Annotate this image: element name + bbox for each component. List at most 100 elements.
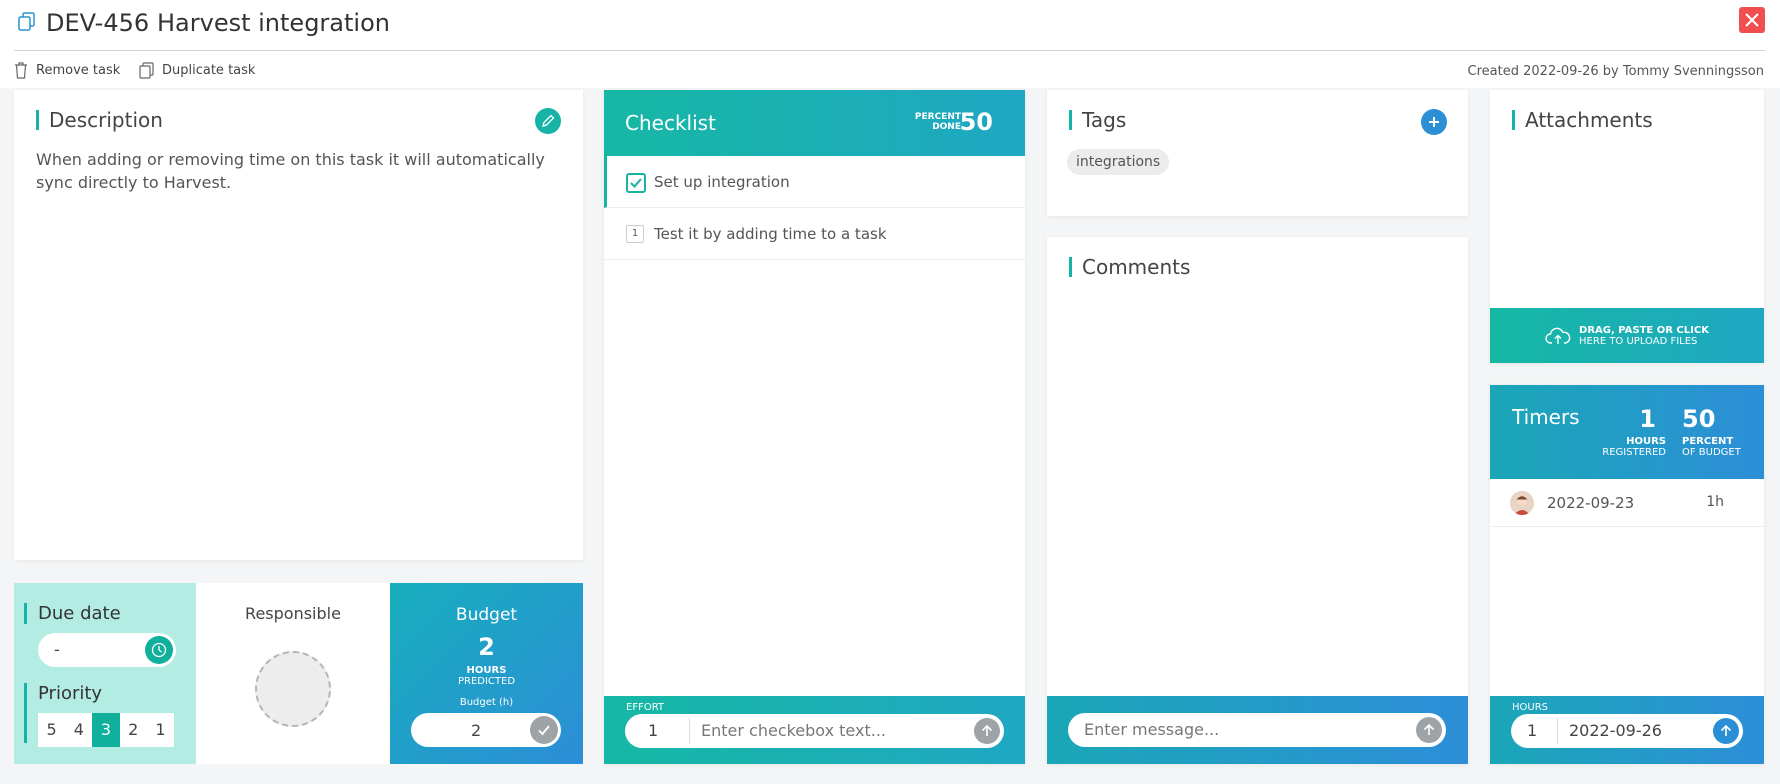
plus-icon (1429, 117, 1439, 127)
budget-hours: 2 (478, 633, 495, 661)
priority-selector[interactable]: 5 4 3 2 1 (38, 713, 174, 747)
edit-description-button[interactable] (535, 108, 561, 134)
priority-option-5[interactable]: 5 (38, 713, 65, 747)
responsible-panel: Responsible (196, 583, 390, 764)
timers-title: Timers (1512, 405, 1580, 429)
comments-title: Comments (1069, 257, 1190, 277)
trash-icon (15, 62, 27, 79)
input-divider (689, 718, 690, 744)
attachments-title: Attachments (1512, 110, 1653, 130)
responsible-title: Responsible (245, 604, 341, 623)
header-divider (14, 50, 1765, 51)
budget-title: Budget (455, 605, 518, 625)
timer-entry-duration: 1h (1706, 494, 1724, 510)
created-info: Created 2022-09-26 by Tommy Svenningsson (1467, 64, 1764, 79)
checklist-footer: EFFORT 1 Enter checkebox text... (604, 696, 1025, 764)
clock-icon (151, 642, 167, 658)
timer-hours-input[interactable]: 1 (1527, 714, 1537, 748)
arrow-up-icon (1720, 724, 1732, 736)
checklist-input[interactable]: 1 Enter checkebox text... (625, 714, 1004, 748)
checkbox-text-input[interactable]: Enter checkebox text... (701, 714, 886, 748)
check-icon (538, 725, 550, 736)
checklist-item-text: Set up integration (654, 173, 790, 191)
budget-input[interactable]: 2 (411, 713, 561, 747)
pencil-icon (542, 114, 555, 127)
comment-message-input[interactable]: Enter message... (1084, 713, 1219, 747)
upload-dropzone[interactable]: DRAG, PASTE OR CLICK HERE TO UPLOAD FILE… (1490, 308, 1764, 363)
responsible-avatar-placeholder[interactable] (255, 651, 331, 727)
upload-text: DRAG, PASTE OR CLICK HERE TO UPLOAD FILE… (1579, 325, 1709, 347)
priority-option-4[interactable]: 4 (65, 713, 92, 747)
comment-input[interactable]: Enter message... (1068, 713, 1446, 747)
checkbox-checked[interactable] (626, 173, 646, 193)
timers-hours-label: HOURS (1626, 436, 1666, 447)
checklist-percent-value: 50 (959, 108, 993, 136)
comments-footer: Enter message... (1047, 696, 1468, 764)
due-date-field[interactable]: - (38, 633, 176, 667)
checklist-header: Checklist PERCENT DONE 50 (604, 90, 1025, 156)
due-date-picker-button[interactable] (145, 636, 173, 664)
due-date-title: Due date (24, 603, 121, 624)
cloud-upload-icon (1545, 327, 1571, 344)
arrow-up-icon (981, 724, 993, 736)
timer-input[interactable]: 1 2022-09-26 (1511, 714, 1743, 748)
checklist-item-text: Test it by adding time to a task (654, 225, 887, 243)
timers-percent-value: 50 (1682, 405, 1716, 433)
add-tag-button[interactable] (1421, 109, 1447, 135)
priority-option-3[interactable]: 3 (92, 713, 120, 747)
checklist-card: Checklist PERCENT DONE 50 Set up integra… (604, 90, 1025, 764)
timers-header: Timers 1 HOURS REGISTERED 50 PERCENT OF … (1490, 385, 1764, 479)
tags-card: Tags integrations (1047, 90, 1468, 216)
due-priority-panel: Due date - Priority 5 4 3 2 1 (14, 583, 196, 764)
priority-option-1[interactable]: 1 (147, 713, 174, 747)
budget-confirm-button[interactable] (530, 716, 558, 744)
budget-predicted-label: PREDICTED (457, 676, 516, 687)
description-title: Description (36, 110, 163, 130)
effort-label: EFFORT (626, 702, 665, 713)
timer-entry-date: 2022-09-23 (1547, 494, 1635, 512)
task-header: DEV-456 Harvest integration (0, 0, 1780, 52)
percent-label-line2: DONE (932, 122, 961, 132)
add-checkbox-button[interactable] (974, 718, 1000, 744)
input-divider (1557, 718, 1558, 744)
checklist-percent-label: PERCENT DONE (915, 112, 961, 132)
remove-task-label: Remove task (36, 63, 121, 78)
duplicate-task-label: Duplicate task (162, 63, 256, 78)
arrow-up-icon (1423, 723, 1435, 735)
remove-task-button[interactable]: Remove task (14, 62, 120, 79)
timers-hours-value: 1 (1639, 405, 1656, 433)
checklist-item[interactable]: Set up integration (604, 156, 1025, 208)
budget-hours-label: HOURS (466, 665, 507, 676)
timers-registered-label: REGISTERED (1602, 447, 1666, 458)
tag-chip[interactable]: integrations (1067, 149, 1170, 175)
due-date-value: - (54, 640, 60, 659)
priority-option-2[interactable]: 2 (120, 713, 147, 747)
tags-title: Tags (1069, 110, 1126, 130)
budget-panel: Budget 2 HOURS PREDICTED Budget (h) 2 (390, 583, 583, 764)
upload-line2: HERE TO UPLOAD FILES (1579, 335, 1698, 347)
timer-date-input[interactable]: 2022-09-26 (1569, 714, 1662, 748)
task-title[interactable]: Harvest integration (157, 9, 390, 37)
budget-input-value: 2 (471, 721, 482, 740)
budget-input-label: Budget (h) (459, 697, 514, 708)
timers-footer: HOURS 1 2022-09-26 (1490, 696, 1764, 764)
send-comment-button[interactable] (1416, 717, 1442, 743)
duplicate-icon (139, 62, 154, 79)
timers-percent-label: PERCENT (1682, 436, 1734, 447)
timers-of-budget-label: OF BUDGET (1682, 447, 1741, 458)
effort-input[interactable]: 1 (648, 714, 658, 748)
add-timer-button[interactable] (1713, 718, 1739, 744)
attachments-card: Attachments DRAG, PASTE OR CLICK HERE TO… (1490, 90, 1764, 363)
duplicate-task-button[interactable]: Duplicate task (139, 62, 255, 79)
checklist-title: Checklist (625, 111, 716, 135)
close-button[interactable] (1739, 7, 1765, 33)
checklist-item-effort[interactable]: 1 (626, 225, 644, 243)
checklist-item[interactable]: 1 Test it by adding time to a task (604, 208, 1025, 260)
description-card: Description When adding or removing time… (14, 90, 583, 560)
upload-line1: DRAG, PASTE OR CLICK (1579, 324, 1709, 336)
copy-icon[interactable] (18, 12, 36, 32)
percent-label-line1: PERCENT (914, 112, 961, 122)
task-key: DEV-456 (46, 9, 150, 37)
timer-entry[interactable]: 2022-09-23 1h (1490, 479, 1764, 527)
description-text[interactable]: When adding or removing time on this tas… (36, 148, 576, 194)
